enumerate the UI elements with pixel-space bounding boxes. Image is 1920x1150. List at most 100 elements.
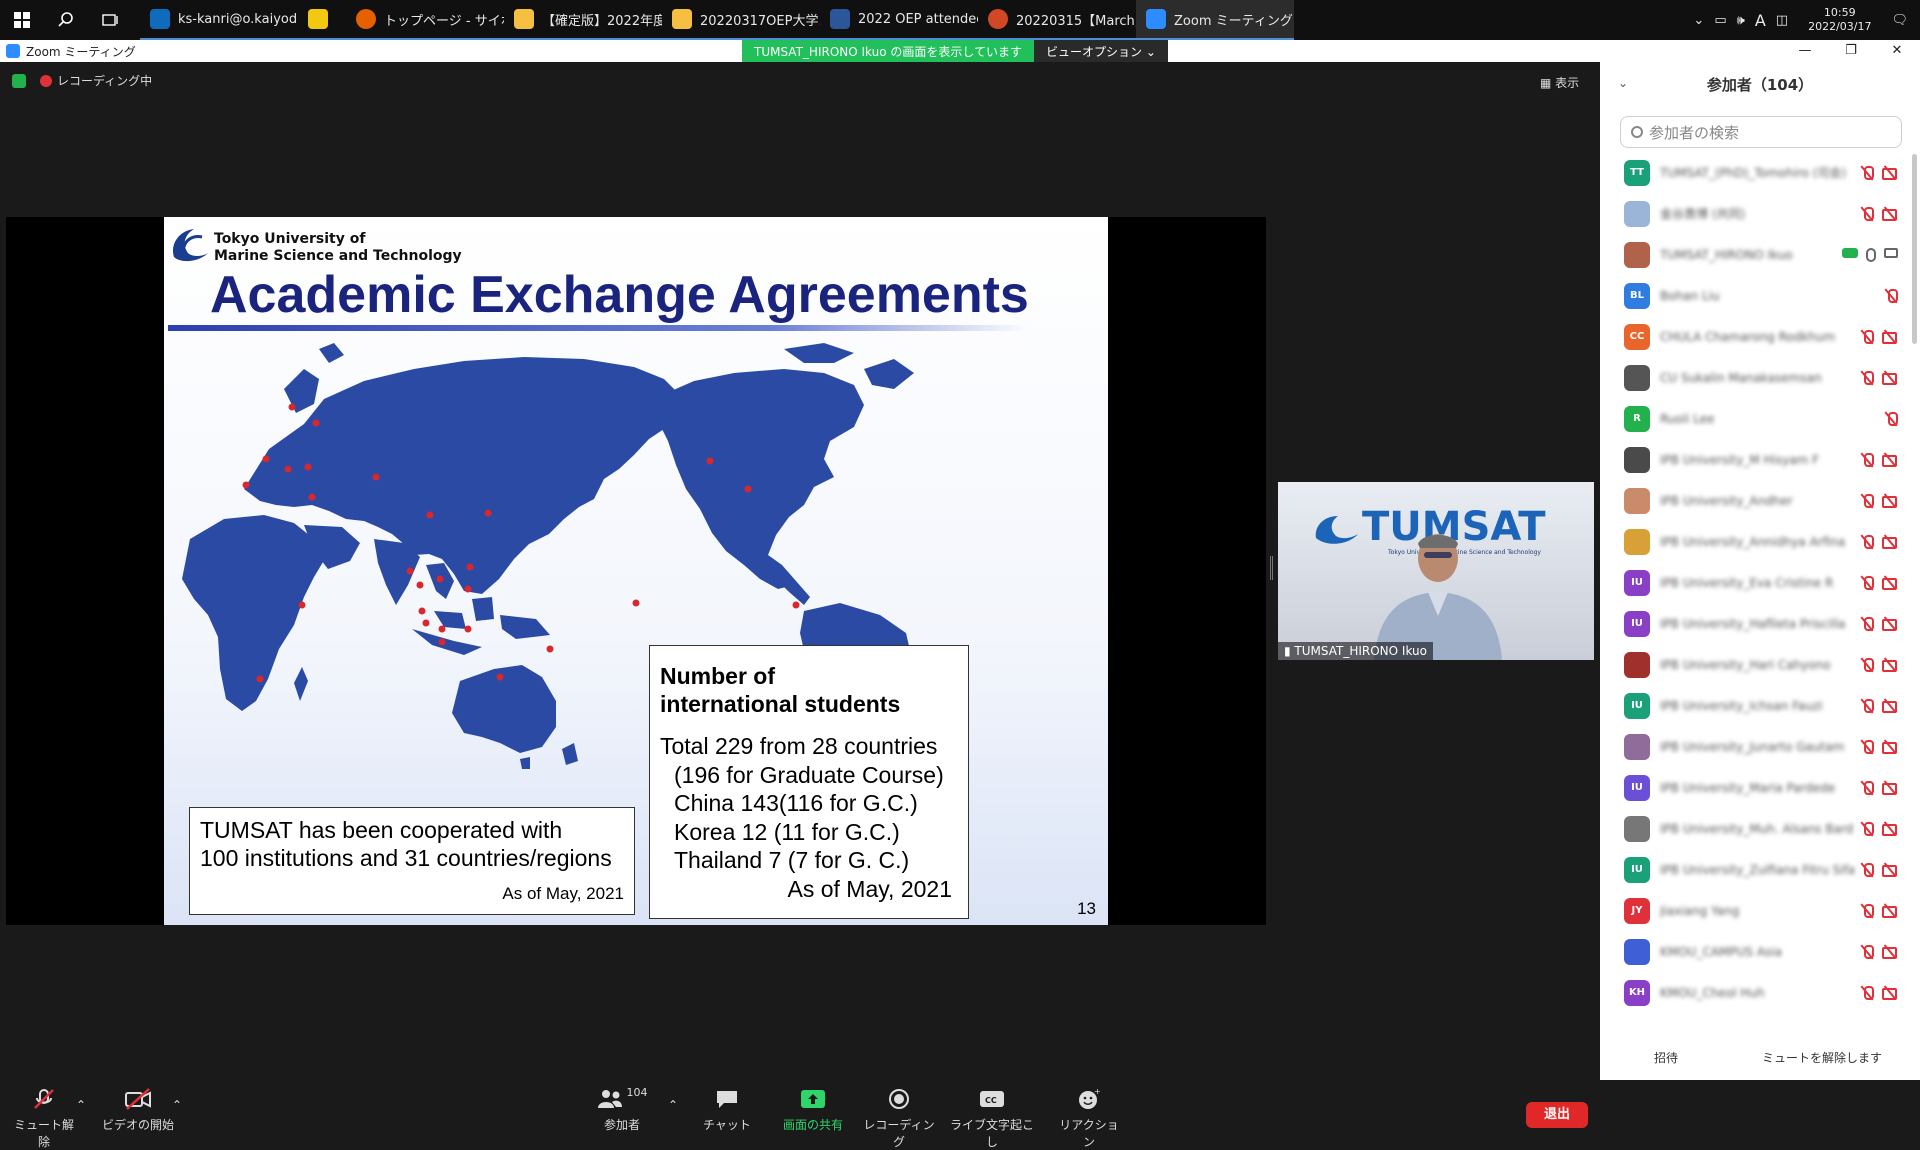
clock[interactable]: 10:59 2022/03/17 — [1808, 6, 1871, 34]
participant-row[interactable]: KH KMOU_Cheol Huh — [1600, 972, 1908, 1013]
participant-row[interactable]: IPB University_Muh. Alsans Bard — [1600, 808, 1908, 849]
avatar — [1624, 446, 1650, 473]
mic-muted-icon — [1884, 411, 1898, 427]
close-button[interactable]: ✕ — [1874, 40, 1920, 62]
leave-meeting-button[interactable]: 退出 — [1526, 1102, 1588, 1128]
video-off-icon — [1882, 698, 1898, 713]
international-students-heading: Number of international students — [660, 663, 901, 717]
task-view-icon[interactable] — [88, 0, 132, 40]
mic-muted-icon — [1860, 575, 1874, 591]
participant-row[interactable]: JY Jiaxiang Yang — [1600, 890, 1908, 931]
notification-icon[interactable]: 🗨 — [1891, 13, 1908, 28]
share-screen-icon — [801, 1090, 825, 1108]
taskbar-app-word[interactable]: 2022 OEP attendee ... — [820, 0, 978, 40]
folder-icon — [514, 9, 534, 29]
participants-caret[interactable]: ⌃ — [668, 1098, 678, 1112]
participant-status-icons — [1860, 780, 1898, 796]
restore-button[interactable]: ❐ — [1828, 40, 1874, 62]
participant-status-icons — [1860, 575, 1898, 591]
participant-row[interactable]: IU IPB University_Hafileta Priscilla — [1600, 603, 1908, 644]
participant-name: Bohan Liu — [1660, 288, 1720, 303]
participant-name: IPB University_Eva Cristine R — [1660, 575, 1834, 590]
sync-icon[interactable]: ◫ — [1776, 13, 1788, 28]
participant-name: IPB University_Annidhya Arfina — [1660, 534, 1846, 549]
participant-row[interactable]: R Ruoli Lee — [1600, 398, 1908, 439]
recording-indicator[interactable]: レコーディング中 — [40, 72, 152, 89]
participant-search-input[interactable]: 参加者の検索 — [1620, 116, 1902, 148]
avatar: JY — [1624, 897, 1650, 924]
participant-row[interactable]: BL Bohan Liu — [1600, 275, 1908, 316]
video-off-icon — [1882, 206, 1898, 221]
taskbar-app-outlook[interactable]: ks-kanri@o.kaiyod... — [140, 0, 298, 40]
chat-button[interactable]: チャット — [698, 1086, 756, 1133]
unmute-button[interactable]: ミュート解除 — [12, 1086, 76, 1150]
mic-muted-icon — [1860, 944, 1874, 960]
view-options-button[interactable]: ビューオプション ⌄ — [1034, 40, 1168, 62]
outlook-icon — [150, 9, 170, 29]
participant-row[interactable]: IPB University_Hari Cahyono — [1600, 644, 1908, 685]
mic-muted-icon — [1860, 534, 1874, 550]
record-button[interactable]: レコーディング — [862, 1086, 936, 1150]
start-video-button[interactable]: ビデオの開始 — [100, 1086, 176, 1133]
participant-row[interactable]: CU Sukalin Manakasemsan — [1600, 357, 1908, 398]
avatar: CC — [1624, 323, 1650, 350]
participant-row[interactable]: TUMSAT_HIRONO Ikuo — [1600, 234, 1908, 275]
zoom-logo-icon — [6, 44, 20, 58]
live-transcript-button[interactable]: CC ライブ文字起こし — [946, 1086, 1038, 1150]
participant-row[interactable]: IPB University_M Hisyam F — [1600, 439, 1908, 480]
taskbar-app-powerpoint[interactable]: 20220315【March, 2... — [978, 0, 1136, 40]
record-icon — [889, 1089, 909, 1109]
avatar — [1624, 733, 1650, 760]
volume-icon[interactable]: 🕪 — [1737, 13, 1745, 28]
participant-list-scrollbar[interactable] — [1912, 154, 1917, 344]
window-controls: — ❐ ✕ — [1782, 40, 1920, 62]
avatar: IU — [1624, 774, 1650, 801]
participant-row[interactable]: IPB University_Andher — [1600, 480, 1908, 521]
panel-splitter[interactable] — [1270, 556, 1273, 580]
taskbar-app-firefox[interactable]: トップページ - サイボウ... — [346, 0, 504, 40]
participant-row[interactable]: 金谷貴博 (共同) — [1600, 193, 1908, 234]
invite-button[interactable]: 招待 — [1654, 1049, 1678, 1066]
slide-page-number: 13 — [1077, 899, 1096, 918]
windows-start-icon[interactable] — [0, 0, 44, 40]
participant-status-icons — [1860, 944, 1898, 960]
taskbar-app-sticky-notes[interactable] — [298, 0, 346, 40]
unmute-myself-button[interactable]: ミュートを解除します — [1762, 1049, 1882, 1066]
share-screen-button[interactable]: 画面の共有 — [776, 1086, 850, 1133]
ime-indicator[interactable]: A — [1755, 11, 1766, 30]
participant-row[interactable]: IU IPB University_Maria Pardede — [1600, 767, 1908, 808]
taskbar-app-folder-1[interactable]: 【確定版】2022年度T... — [504, 0, 662, 40]
zoom-icon — [1146, 9, 1166, 29]
mic-muted-icon — [1860, 206, 1874, 222]
network-icon[interactable]: ▭ — [1714, 13, 1726, 28]
participant-row[interactable]: IPB University_Annidhya Arfina — [1600, 521, 1908, 562]
participant-row[interactable]: IU IPB University_Ichsan Fauzi — [1600, 685, 1908, 726]
participant-row[interactable]: IPB University_Junarto Gautam — [1600, 726, 1908, 767]
view-button[interactable]: ▦ 表示 — [1540, 74, 1579, 91]
minimize-button[interactable]: — — [1782, 40, 1828, 62]
participant-name: IPB University_Muh. Alsans Bard — [1660, 821, 1854, 836]
participant-row[interactable]: TT TUMSAT_(PhD)_Tomohiro (司会) — [1600, 152, 1908, 193]
search-icon[interactable] — [44, 0, 88, 40]
microphone-icon — [1866, 247, 1876, 262]
cooperation-box: TUMSAT has been cooperated with 100 inst… — [189, 807, 635, 915]
chevron-up-icon[interactable]: ⌄ — [1693, 13, 1704, 28]
mic-muted-icon — [1860, 657, 1874, 673]
taskbar-app-zoom[interactable]: Zoom ミーティング — [1136, 0, 1294, 40]
participant-status-icons — [1860, 493, 1898, 509]
participant-row[interactable]: CC CHULA Chamarong Rodkhum — [1600, 316, 1908, 357]
avatar — [1624, 364, 1650, 391]
participant-row[interactable]: IU IPB University_Zulfiana Fitru Sifa — [1600, 849, 1908, 890]
security-shield-icon[interactable] — [12, 73, 26, 88]
audio-options-caret[interactable]: ⌃ — [76, 1098, 86, 1112]
video-options-caret[interactable]: ⌃ — [172, 1098, 182, 1112]
reactions-button[interactable]: + リアクション — [1054, 1086, 1124, 1150]
taskbar-app-folder-2[interactable]: 20220317OEP大学... — [662, 0, 820, 40]
speaker-video-frame: TUMSAT Tokyo University of Marine Scienc… — [1278, 482, 1594, 660]
participants-button[interactable]: 104 参加者 — [594, 1086, 650, 1133]
speaker-video[interactable]: TUMSAT Tokyo University of Marine Scienc… — [1278, 482, 1594, 660]
participant-row[interactable]: KMOU_CAMPUS Asia — [1600, 931, 1908, 972]
mic-muted-icon — [1860, 821, 1874, 837]
recording-dot-icon — [40, 75, 52, 87]
participant-row[interactable]: IU IPB University_Eva Cristine R — [1600, 562, 1908, 603]
